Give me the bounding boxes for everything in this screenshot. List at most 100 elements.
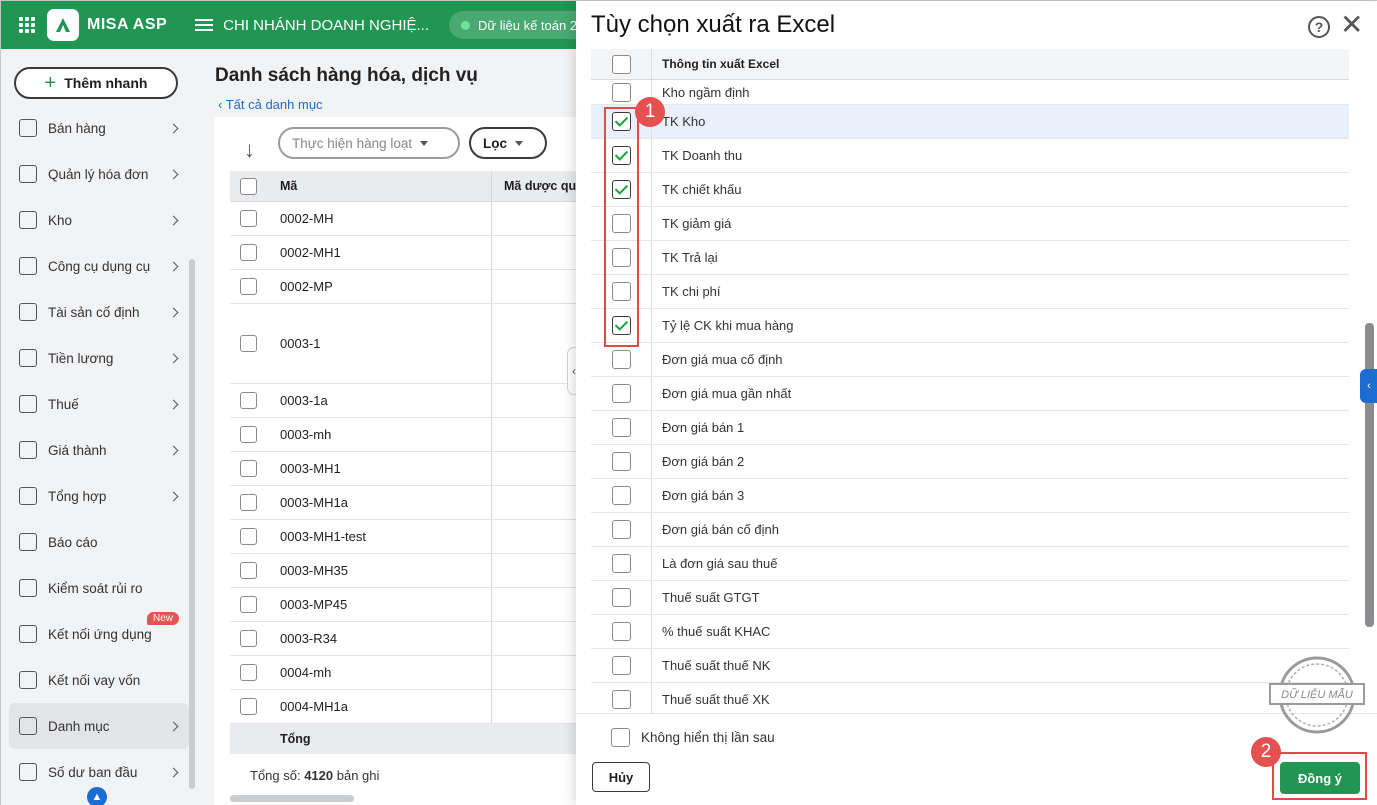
cancel-button[interactable]: Hủy: [592, 762, 650, 792]
horizontal-scrollbar[interactable]: [230, 795, 354, 802]
row-checkbox[interactable]: [239, 562, 257, 579]
field-row[interactable]: Đơn giá bán cố định: [591, 513, 1349, 547]
help-icon[interactable]: ?: [1308, 16, 1330, 38]
dont-show-again-checkbox[interactable]: [611, 728, 630, 747]
price-tag-icon: [19, 441, 37, 459]
sidebar-item-kho[interactable]: Kho: [9, 197, 189, 243]
quick-add-button[interactable]: + Thêm nhanh: [14, 67, 178, 99]
filter-button[interactable]: Lọc: [469, 127, 547, 159]
field-row[interactable]: Thuế suất thuế NK: [591, 649, 1349, 683]
field-label: Đơn giá mua gần nhất: [662, 386, 792, 401]
batch-action-button[interactable]: Thực hiện hàng loạt: [278, 127, 460, 159]
field-checkbox[interactable]: [611, 588, 631, 607]
sidebar-item-cong-cu-dung-cu[interactable]: Công cụ dụng cụ: [9, 243, 189, 289]
breadcrumb[interactable]: ‹ Tất cả danh mục: [218, 97, 323, 112]
table-row[interactable]: 0004-MH1a: [230, 690, 630, 724]
table-header: Mã Mã dược qu: [230, 171, 630, 202]
row-checkbox[interactable]: [239, 210, 257, 227]
field-row[interactable]: % thuế suất KHAC: [591, 615, 1349, 649]
sidebar-item-ban-hang[interactable]: Bán hàng: [9, 105, 189, 151]
dialog-title: Tùy chọn xuất ra Excel: [591, 11, 836, 38]
field-checkbox[interactable]: [611, 350, 631, 369]
plug-icon: [19, 625, 37, 643]
row-checkbox[interactable]: [239, 698, 257, 715]
field-checkbox[interactable]: [611, 418, 631, 437]
field-row[interactable]: TK Kho: [591, 105, 1349, 139]
row-checkbox[interactable]: [239, 630, 257, 647]
sidebar-item-tai-san-co-dinh[interactable]: Tài sản cố định: [9, 289, 189, 335]
field-checkbox[interactable]: [611, 82, 631, 102]
sidebar-item-label: Tiền lương: [48, 350, 114, 366]
field-checkbox[interactable]: [611, 486, 631, 505]
field-row[interactable]: TK chiết khấu: [591, 173, 1349, 207]
table-row[interactable]: 0003-MP45: [230, 588, 630, 622]
row-checkbox[interactable]: [239, 664, 257, 681]
field-row[interactable]: Đơn giá mua cố định: [591, 343, 1349, 377]
table-row[interactable]: 0003-MH35: [230, 554, 630, 588]
row-checkbox[interactable]: [239, 494, 257, 511]
row-checkbox[interactable]: [239, 335, 257, 352]
field-row[interactable]: TK Doanh thu: [591, 139, 1349, 173]
sidebar-item-tien-luong[interactable]: Tiền lương: [9, 335, 189, 381]
field-row[interactable]: Tỷ lệ CK khi mua hàng: [591, 309, 1349, 343]
table-row[interactable]: 0003-mh: [230, 418, 630, 452]
field-row[interactable]: Kho ngầm định: [591, 80, 1349, 105]
row-checkbox[interactable]: [239, 460, 257, 477]
field-checkbox[interactable]: [611, 622, 631, 641]
sidebar-item-danh-muc[interactable]: Danh mục: [9, 703, 189, 749]
table-row[interactable]: 0003-MH1: [230, 452, 630, 486]
dont-show-again-option[interactable]: Không hiển thị lần sau: [611, 728, 775, 747]
field-row[interactable]: TK giảm giá: [591, 207, 1349, 241]
field-checkbox[interactable]: [611, 656, 631, 675]
sidebar-scrollbar[interactable]: [189, 259, 195, 789]
field-row[interactable]: Đơn giá bán 1: [591, 411, 1349, 445]
sidebar-item-thue[interactable]: Thuế: [9, 381, 189, 427]
report-icon: [19, 533, 37, 551]
field-row[interactable]: Thuế suất GTGT: [591, 581, 1349, 615]
row-checkbox[interactable]: [239, 392, 257, 409]
row-checkbox[interactable]: [239, 278, 257, 295]
branch-selector[interactable]: CHI NHÁNH DOANH NGHIỆ...: [223, 17, 429, 34]
sidebar-item-gia-thanh[interactable]: Giá thành: [9, 427, 189, 473]
row-code: 0002-MH1: [266, 236, 492, 269]
field-checkbox[interactable]: [611, 520, 631, 539]
table-row[interactable]: 0002-MH: [230, 202, 630, 236]
sidebar-item-ket-noi-ung-dung[interactable]: Kết nối ứng dụng New: [9, 611, 189, 657]
column-header-code[interactable]: Mã: [266, 171, 492, 201]
field-checkbox[interactable]: [611, 554, 631, 573]
row-checkbox[interactable]: [239, 596, 257, 613]
sidebar-item-bao-cao[interactable]: Báo cáo: [9, 519, 189, 565]
sidebar-item-tong-hop[interactable]: Tổng hợp: [9, 473, 189, 519]
sidebar-item-quan-ly-hoa-don[interactable]: Quản lý hóa đơn: [9, 151, 189, 197]
select-all-checkbox[interactable]: [239, 177, 257, 195]
row-checkbox[interactable]: [239, 426, 257, 443]
table-row[interactable]: 0003-MH1-test: [230, 520, 630, 554]
table-row[interactable]: 0003-R34: [230, 622, 630, 656]
table-row[interactable]: 0004-mh: [230, 656, 630, 690]
sidebar-item-ket-noi-vay-von[interactable]: Kết nối vay vốn: [9, 657, 189, 703]
field-checkbox[interactable]: [611, 384, 631, 403]
table-row[interactable]: 0003-MH1a: [230, 486, 630, 520]
close-icon[interactable]: ✕: [1340, 11, 1363, 39]
field-row[interactable]: TK Trả lại: [591, 241, 1349, 275]
table-row[interactable]: 0002-MH1: [230, 236, 630, 270]
scroll-up-icon[interactable]: ▲: [87, 787, 107, 805]
sidebar-item-kiem-soat-rui-ro[interactable]: Kiểm soát rủi ro: [9, 565, 189, 611]
field-checkbox[interactable]: [611, 690, 631, 709]
field-row[interactable]: Đơn giá mua gần nhất: [591, 377, 1349, 411]
menu-icon[interactable]: [195, 16, 214, 34]
row-checkbox[interactable]: [239, 528, 257, 545]
field-row[interactable]: Đơn giá bán 3: [591, 479, 1349, 513]
column-header-drug-code[interactable]: Mã dược qu: [492, 179, 576, 193]
row-checkbox[interactable]: [239, 244, 257, 261]
table-row[interactable]: 0002-MP: [230, 270, 630, 304]
field-row[interactable]: Là đơn giá sau thuế: [591, 547, 1349, 581]
expand-side-panel-button[interactable]: ‹: [1360, 369, 1377, 403]
field-checkbox[interactable]: [611, 452, 631, 471]
field-row[interactable]: TK chi phí: [591, 275, 1349, 309]
app-launcher-icon[interactable]: [19, 17, 35, 33]
field-row[interactable]: Thuế suất thuế XK: [591, 683, 1349, 713]
sort-arrow-icon[interactable]: ↓: [244, 137, 255, 163]
select-all-checkbox[interactable]: [611, 54, 631, 74]
field-row[interactable]: Đơn giá bán 2: [591, 445, 1349, 479]
